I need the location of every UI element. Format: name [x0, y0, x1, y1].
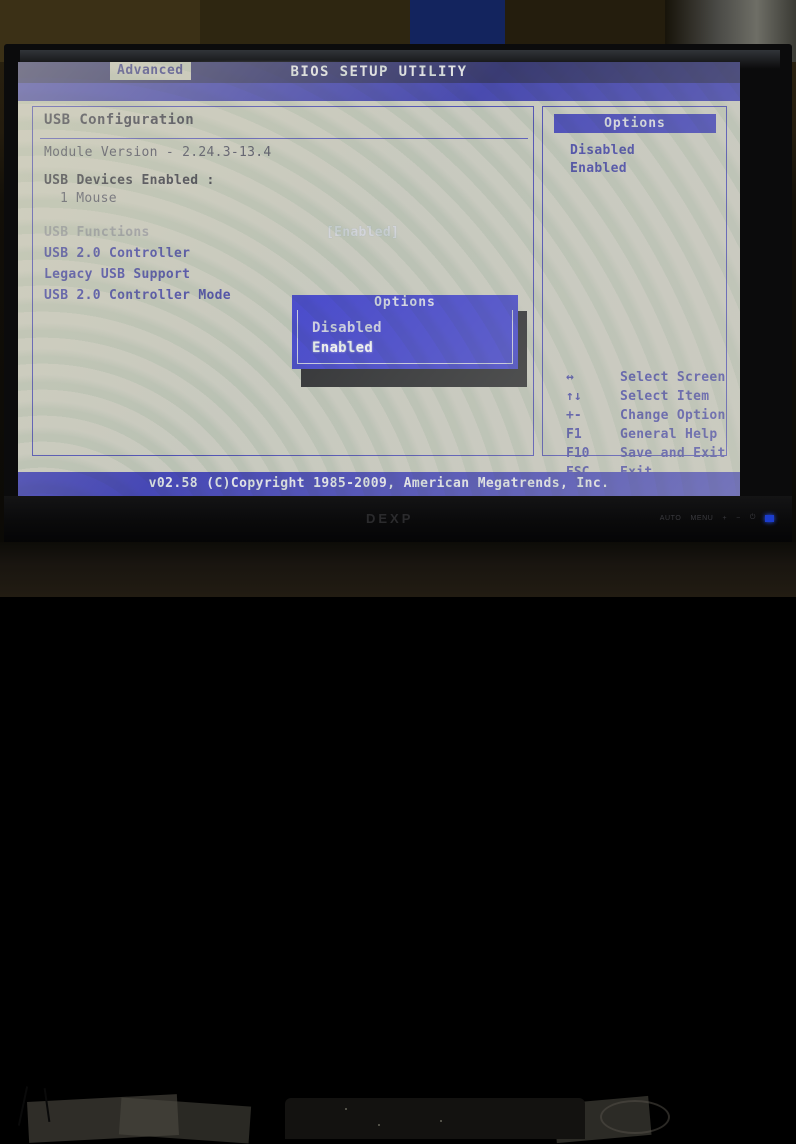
- up-down-arrow-icon: ↑↓: [566, 389, 582, 404]
- setting-row-usb-20-controller[interactable]: USB 2.0 Controller: [44, 243, 514, 264]
- tab-advanced[interactable]: Advanced: [110, 62, 191, 80]
- monitor-osd-controls[interactable]: AUTO MENU + − ⏻: [660, 514, 774, 522]
- desk-speck: [440, 1120, 442, 1122]
- options-dialog-item-disabled[interactable]: Disabled: [312, 320, 382, 336]
- options-dialog-title: Options: [292, 295, 518, 310]
- f10-key-icon: F10: [566, 446, 590, 461]
- settings-list: USB Functions [Enabled] USB 2.0 Controll…: [44, 222, 514, 306]
- navkey-label: Save and Exit: [620, 446, 726, 461]
- setting-label: USB Functions: [44, 225, 150, 240]
- options-panel-header: Options: [554, 114, 716, 133]
- setting-label: Legacy USB Support: [44, 267, 191, 282]
- copyright-footer: v02.58 (C)Copyright 1985-2009, American …: [18, 472, 740, 496]
- osd-auto-button[interactable]: AUTO: [660, 515, 682, 522]
- power-led-indicator: [765, 514, 774, 522]
- setting-row-usb-functions[interactable]: USB Functions [Enabled]: [44, 222, 514, 243]
- left-right-arrow-icon: ↔: [566, 370, 574, 385]
- osd-minus-button[interactable]: −: [736, 515, 741, 522]
- options-panel-choice-enabled: Enabled: [570, 161, 627, 176]
- bios-setup-utility: BIOS SETUP UTILITY Advanced USB Configur…: [18, 62, 740, 496]
- setting-label: USB 2.0 Controller: [44, 246, 191, 261]
- navkey-label: General Help: [620, 427, 718, 442]
- monitor-screen: BIOS SETUP UTILITY Advanced USB Configur…: [18, 62, 740, 496]
- setting-row-legacy-usb-support[interactable]: Legacy USB Support: [44, 264, 514, 285]
- usb-devices-enabled-label: USB Devices Enabled :: [44, 173, 215, 188]
- setting-label: USB 2.0 Controller Mode: [44, 288, 231, 303]
- usb-device-item: 1 Mouse: [60, 191, 117, 206]
- navkey-select-item: ↑↓ Select Item: [558, 387, 728, 406]
- power-button-icon[interactable]: ⏻: [750, 514, 756, 522]
- setting-value: [Enabled]: [326, 225, 400, 240]
- navkey-general-help: F1 General Help: [558, 425, 728, 444]
- options-panel-choice-disabled: Disabled: [570, 143, 636, 158]
- osd-menu-button[interactable]: MENU: [690, 515, 713, 522]
- navkey-label: Change Option: [620, 408, 726, 423]
- module-version-label: Module Version - 2.24.3-13.4: [44, 145, 272, 160]
- plus-minus-icon: +-: [566, 408, 582, 423]
- osd-plus-button[interactable]: +: [722, 515, 727, 522]
- desk-object-ring: [600, 1100, 670, 1134]
- page-title: USB Configuration: [44, 112, 195, 128]
- navkey-label: Select Screen: [620, 370, 726, 385]
- navigation-keys-legend: ↔ Select Screen ↑↓ Select Item +- Change…: [558, 368, 728, 482]
- navkey-select-screen: ↔ Select Screen: [558, 368, 728, 387]
- options-dialog-item-enabled-selected[interactable]: Enabled: [312, 340, 373, 356]
- monitor-brand-logo: DEXP: [366, 511, 414, 526]
- navkey-save-and-exit: F10 Save and Exit: [558, 444, 728, 463]
- f1-key-icon: F1: [566, 427, 582, 442]
- desk-surface: [0, 542, 796, 1144]
- options-dialog[interactable]: Options Disabled Enabled: [292, 295, 518, 369]
- section-divider: [40, 138, 528, 139]
- desk-speck: [378, 1124, 380, 1126]
- desk-speck: [345, 1108, 347, 1110]
- bios-menu-bar: [18, 83, 740, 101]
- keyboard: [285, 1098, 585, 1139]
- navkey-change-option: +- Change Option: [558, 406, 728, 425]
- navkey-label: Select Item: [620, 389, 710, 404]
